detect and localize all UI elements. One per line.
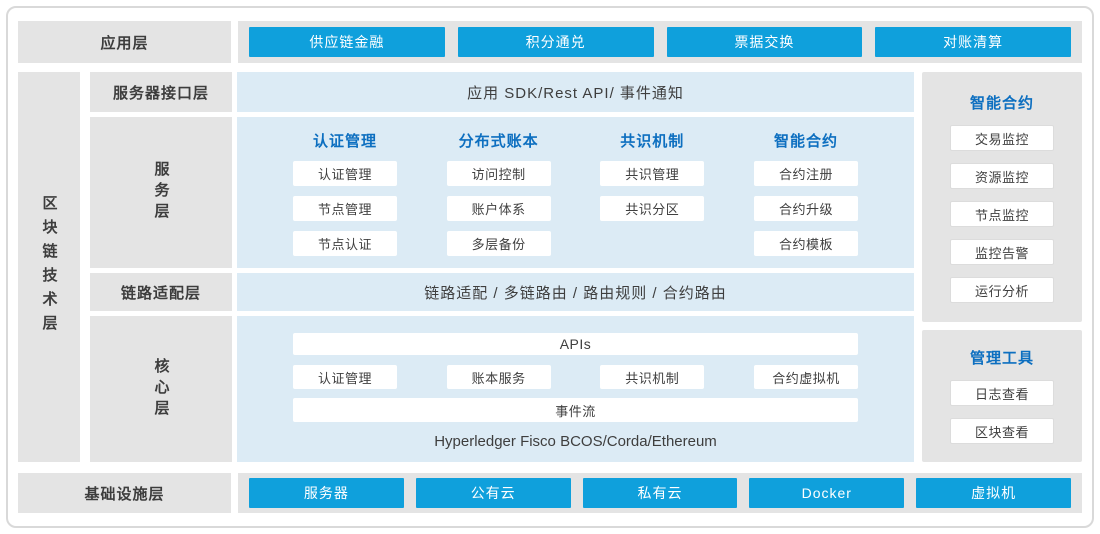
side-item: 交易监控: [950, 125, 1054, 151]
service-item: 合约注册: [754, 161, 858, 186]
infra-block-vm: 虚拟机: [916, 478, 1071, 508]
diagram-content: 应用层 供应链金融 积分通兑 票据交换 对账清算 区块链技术层 服务器接口层 服…: [18, 21, 1082, 513]
link-adaptation-panel: 链路适配 / 多链路由 / 路由规则 / 合约路由: [237, 273, 914, 311]
infra-block-private-cloud: 私有云: [583, 478, 738, 508]
core-module: 账本服务: [447, 365, 551, 389]
service-column-ledger: 分布式账本 访问控制 账户体系 多层备份: [447, 117, 551, 268]
link-adaptation-layer-label: 链路适配层: [90, 273, 232, 311]
service-item: 节点认证: [293, 231, 397, 256]
side-item: 监控告警: [950, 239, 1054, 265]
side-item: 节点监控: [950, 201, 1054, 227]
app-block-supply-chain-finance: 供应链金融: [249, 27, 445, 57]
apis-bar: APIs: [293, 333, 858, 355]
side-panel-title: 管理工具: [970, 347, 1034, 368]
infrastructure-layer-label: 基础设施层: [18, 473, 231, 513]
core-module: 合约虚拟机: [754, 365, 858, 389]
blockchain-tech-layer-band: 区块链技术层 服务器接口层 服务层 链路适配层 核心层 应用 SDK/Rest …: [18, 72, 1082, 462]
infra-block-docker: Docker: [749, 478, 904, 508]
service-item: 节点管理: [293, 196, 397, 221]
event-stream-bar: 事件流: [293, 398, 858, 422]
service-item: 多层备份: [447, 231, 551, 256]
infrastructure-layer-row: 基础设施层 服务器 公有云 私有云 Docker 虚拟机: [18, 473, 1082, 513]
blockchain-tech-layer-label: 区块链技术层: [18, 72, 80, 462]
core-module: 共识机制: [600, 365, 704, 389]
side-panel-title: 智能合约: [970, 92, 1034, 113]
service-item: 共识分区: [600, 196, 704, 221]
platforms-text: Hyperledger Fisco BCOS/Corda/Ethereum: [293, 433, 858, 450]
diagram-frame: 应用层 供应链金融 积分通兑 票据交换 对账清算 区块链技术层 服务器接口层 服…: [6, 6, 1094, 528]
sublayer-label-column: 服务器接口层 服务层 链路适配层 核心层: [90, 72, 232, 462]
app-block-reconciliation-settlement: 对账清算: [875, 27, 1071, 57]
service-column-title: 智能合约: [774, 130, 838, 151]
core-layer-label: 核心层: [90, 316, 232, 462]
service-item: 合约模板: [754, 231, 858, 256]
infra-block-public-cloud: 公有云: [416, 478, 571, 508]
management-tools-panel: 管理工具 日志查看 区块查看: [922, 330, 1082, 462]
app-block-bill-exchange: 票据交换: [667, 27, 863, 57]
app-block-points-exchange: 积分通兑: [458, 27, 654, 57]
service-layer-panel: 认证管理 认证管理 节点管理 节点认证 分布式账本 访问控制 账户体系 多层备份: [237, 117, 914, 268]
service-item: 共识管理: [600, 161, 704, 186]
service-column-auth: 认证管理 认证管理 节点管理 节点认证: [293, 117, 397, 268]
service-item: 账户体系: [447, 196, 551, 221]
service-layer-label: 服务层: [90, 117, 232, 268]
side-item: 区块查看: [950, 418, 1054, 444]
side-panel-column: 智能合约 交易监控 资源监控 节点监控 监控告警 运行分析 管理工具 日志查看 …: [922, 72, 1082, 462]
application-layer-label: 应用层: [18, 21, 231, 63]
service-item: 访问控制: [447, 161, 551, 186]
service-item: 合约升级: [754, 196, 858, 221]
service-column-consensus: 共识机制 共识管理 共识分区: [600, 117, 704, 268]
core-layer-panel: APIs 认证管理 账本服务 共识机制 合约虚拟机 事件流 Hyperledge…: [237, 316, 914, 462]
side-item: 日志查看: [950, 380, 1054, 406]
service-column-smart-contract: 智能合约 合约注册 合约升级 合约模板: [754, 117, 858, 268]
side-item: 资源监控: [950, 163, 1054, 189]
core-module: 认证管理: [293, 365, 397, 389]
server-interface-layer-label: 服务器接口层: [90, 72, 232, 112]
service-item: 认证管理: [293, 161, 397, 186]
side-item: 运行分析: [950, 277, 1054, 303]
service-column-title: 认证管理: [313, 130, 377, 151]
application-button-strip: 供应链金融 积分通兑 票据交换 对账清算: [238, 21, 1082, 63]
tech-content-column: 应用 SDK/Rest API/ 事件通知 认证管理 认证管理 节点管理 节点认…: [237, 72, 914, 462]
application-layer-row: 应用层 供应链金融 积分通兑 票据交换 对账清算: [18, 21, 1082, 63]
core-modules-row: 认证管理 账本服务 共识机制 合约虚拟机: [293, 365, 858, 389]
service-column-title: 分布式账本: [459, 130, 539, 151]
service-column-title: 共识机制: [620, 130, 684, 151]
architecture-diagram: 应用层 供应链金融 积分通兑 票据交换 对账清算 区块链技术层 服务器接口层 服…: [0, 0, 1100, 534]
sdk-api-panel: 应用 SDK/Rest API/ 事件通知: [237, 72, 914, 112]
infra-block-server: 服务器: [249, 478, 404, 508]
smart-contract-monitor-panel: 智能合约 交易监控 资源监控 节点监控 监控告警 运行分析: [922, 72, 1082, 322]
infrastructure-button-strip: 服务器 公有云 私有云 Docker 虚拟机: [238, 473, 1082, 513]
